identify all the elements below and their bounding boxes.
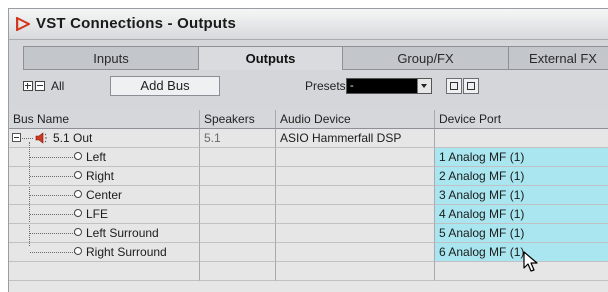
window-title: VST Connections - Outputs bbox=[36, 15, 236, 32]
device-port-cell[interactable]: 4 Analog MF (1) bbox=[435, 205, 608, 224]
port-connector-icon bbox=[74, 209, 82, 217]
speakers-cell[interactable]: 5.1 bbox=[200, 129, 276, 148]
tree-connector bbox=[30, 195, 75, 196]
tree-connector bbox=[30, 176, 75, 177]
channel-name-cell[interactable]: Left Surround bbox=[9, 224, 200, 243]
remove-preset-button[interactable] bbox=[463, 78, 479, 94]
audio-device-cell bbox=[276, 205, 435, 224]
device-port-cell[interactable]: 5 Analog MF (1) bbox=[435, 224, 608, 243]
tab-bar: Inputs Outputs Group/FX External FX bbox=[9, 46, 608, 70]
collapse-all-icon[interactable] bbox=[35, 81, 45, 91]
audio-device-cell bbox=[276, 186, 435, 205]
speakers-cell bbox=[200, 148, 276, 167]
table-row[interactable]: Center 3 Analog MF (1) bbox=[9, 186, 608, 205]
vst-logo-icon bbox=[16, 17, 30, 31]
empty-cell bbox=[9, 262, 200, 281]
channel-name-cell[interactable]: Right bbox=[9, 167, 200, 186]
audio-device-cell bbox=[276, 148, 435, 167]
channel-name-cell[interactable]: Left bbox=[9, 148, 200, 167]
tree-connector bbox=[30, 157, 75, 158]
toolbar: All Add Bus Presets - bbox=[9, 72, 608, 102]
device-port-cell[interactable]: 2 Analog MF (1) bbox=[435, 167, 608, 186]
bus-table: Bus Name Speakers Audio Device Device Po… bbox=[9, 110, 608, 292]
vst-connections-window: VST Connections - Outputs Inputs Outputs… bbox=[8, 8, 608, 292]
empty-row bbox=[9, 262, 608, 281]
tree-connector bbox=[30, 214, 75, 215]
tab-outputs[interactable]: Outputs bbox=[198, 46, 343, 70]
tree-connector bbox=[30, 252, 75, 253]
empty-cell bbox=[435, 262, 608, 281]
chevron-down-icon[interactable] bbox=[417, 79, 431, 93]
channel-name: LFE bbox=[86, 207, 109, 221]
presets-select[interactable]: - bbox=[346, 78, 432, 94]
column-header-speakers[interactable]: Speakers bbox=[200, 110, 276, 129]
tree-connector bbox=[22, 138, 33, 139]
table-row[interactable]: Right 2 Analog MF (1) bbox=[9, 167, 608, 186]
device-port-cell[interactable]: 3 Analog MF (1) bbox=[435, 186, 608, 205]
empty-cell bbox=[276, 262, 435, 281]
channel-name: Left bbox=[86, 150, 107, 164]
bus-name-cell[interactable]: 5.1 Out bbox=[9, 129, 200, 148]
port-connector-icon bbox=[74, 190, 82, 198]
tree-connector bbox=[30, 233, 75, 234]
audio-device-cell[interactable]: ASIO Hammerfall DSP bbox=[276, 129, 435, 148]
speaker-icon bbox=[35, 132, 47, 144]
table-row[interactable]: LFE 4 Analog MF (1) bbox=[9, 205, 608, 224]
table-header: Bus Name Speakers Audio Device Device Po… bbox=[9, 110, 608, 129]
channel-name: Center bbox=[86, 188, 123, 202]
channel-name: Right Surround bbox=[86, 245, 167, 259]
channel-name-cell[interactable]: Right Surround bbox=[9, 243, 200, 262]
empty-cell bbox=[200, 262, 276, 281]
device-port-cell[interactable] bbox=[435, 129, 608, 148]
port-connector-icon bbox=[74, 171, 82, 179]
speakers-cell bbox=[200, 205, 276, 224]
store-preset-button[interactable] bbox=[446, 78, 462, 94]
column-header-device-port[interactable]: Device Port bbox=[435, 110, 608, 129]
audio-device-cell bbox=[276, 224, 435, 243]
speakers-cell bbox=[200, 167, 276, 186]
tab-inputs[interactable]: Inputs bbox=[23, 46, 199, 70]
column-header-bus-name[interactable]: Bus Name bbox=[9, 110, 200, 129]
expand-all-icon[interactable] bbox=[23, 81, 33, 91]
channel-name: Right bbox=[86, 169, 115, 183]
table-row-bus[interactable]: 5.1 Out 5.1 ASIO Hammerfall DSP bbox=[9, 129, 608, 148]
port-connector-icon bbox=[74, 247, 82, 255]
all-label: All bbox=[51, 79, 65, 93]
title-bar[interactable]: VST Connections - Outputs bbox=[9, 9, 608, 40]
channel-name-cell[interactable]: LFE bbox=[9, 205, 200, 224]
device-port-cell[interactable]: 1 Analog MF (1) bbox=[435, 148, 608, 167]
device-port-cell[interactable]: 6 Analog MF (1) bbox=[435, 243, 608, 262]
presets-label: Presets bbox=[305, 79, 346, 93]
port-connector-icon bbox=[74, 228, 82, 236]
channel-name-cell[interactable]: Center bbox=[9, 186, 200, 205]
bus-name[interactable]: 5.1 Out bbox=[53, 131, 92, 145]
channel-name: Left Surround bbox=[86, 226, 159, 240]
mouse-pointer-icon bbox=[523, 251, 538, 272]
column-header-audio-device[interactable]: Audio Device bbox=[276, 110, 435, 129]
audio-device-cell bbox=[276, 243, 435, 262]
add-bus-button[interactable]: Add Bus bbox=[110, 76, 220, 96]
tab-external-fx[interactable]: External FX bbox=[508, 46, 608, 70]
speakers-cell bbox=[200, 224, 276, 243]
audio-device-cell bbox=[276, 167, 435, 186]
port-connector-icon bbox=[74, 152, 82, 160]
table-row[interactable]: Left Surround 5 Analog MF (1) bbox=[9, 224, 608, 243]
presets-value: - bbox=[350, 80, 354, 92]
collapse-icon[interactable] bbox=[12, 133, 21, 142]
speakers-cell bbox=[200, 243, 276, 262]
tab-group-fx[interactable]: Group/FX bbox=[342, 46, 509, 70]
table-row[interactable]: Right Surround 6 Analog MF (1) bbox=[9, 243, 608, 262]
table-row[interactable]: Left 1 Analog MF (1) bbox=[9, 148, 608, 167]
speakers-cell bbox=[200, 186, 276, 205]
